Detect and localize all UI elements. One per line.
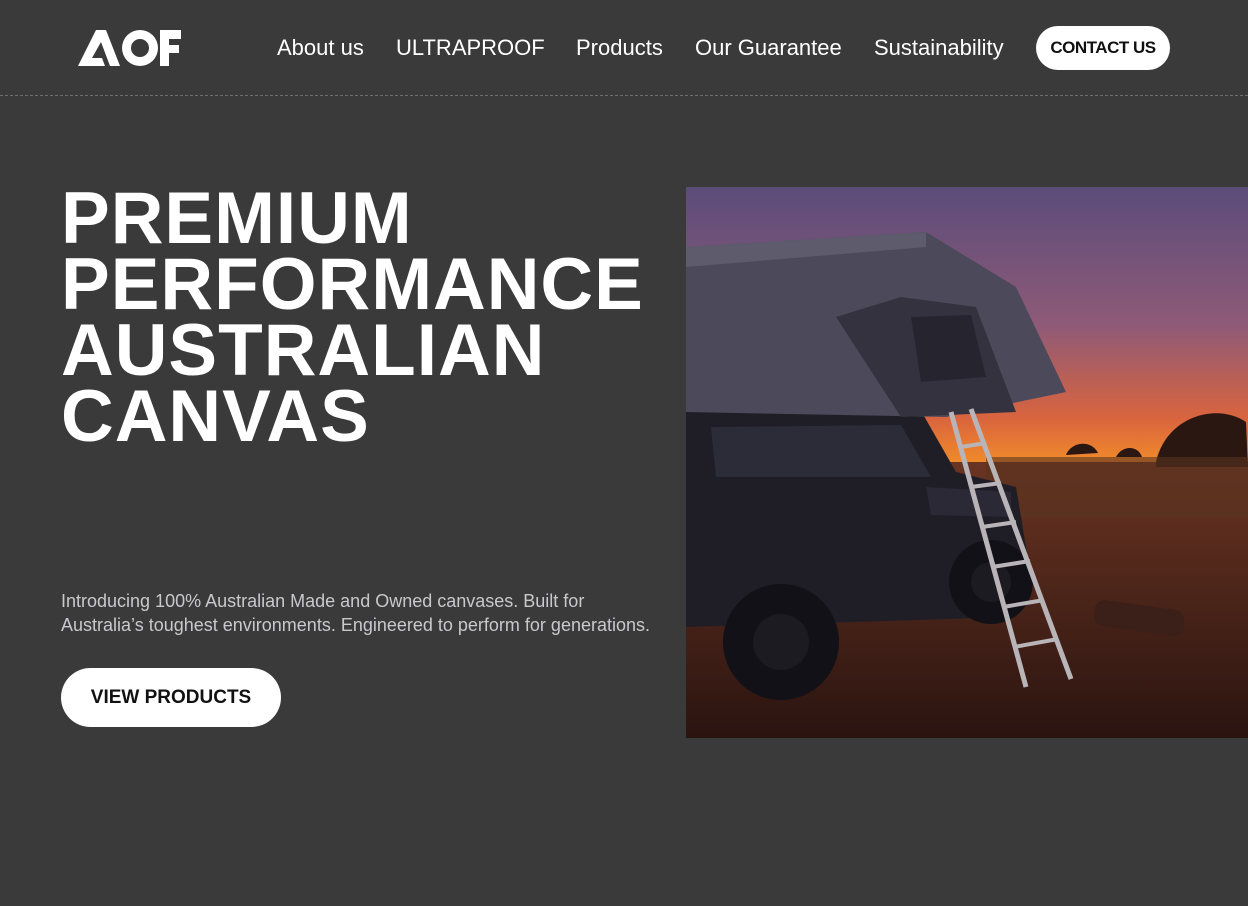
- contact-us-button[interactable]: CONTACT US: [1036, 26, 1170, 70]
- hero-title-line: AUSTRALIAN: [61, 310, 546, 391]
- hero-image: [686, 187, 1248, 738]
- hero-title: PREMIUM PERFORMANCE AUSTRALIAN CANVAS: [61, 178, 661, 457]
- brand-logo[interactable]: [78, 28, 182, 68]
- hero-title-line: PERFORMANCE: [61, 244, 644, 325]
- nav-sustainability[interactable]: Sustainability: [874, 34, 1004, 62]
- hero-title-line: CANVAS: [61, 376, 370, 457]
- nav-our-guarantee[interactable]: Our Guarantee: [695, 34, 842, 62]
- nav-about-us[interactable]: About us: [277, 34, 364, 62]
- aof-logo-icon: [78, 30, 181, 66]
- nav-products[interactable]: Products: [576, 34, 663, 62]
- site-header: About us ULTRAPROOF Products Our Guarant…: [0, 0, 1248, 95]
- header-divider: [0, 95, 1248, 96]
- hero-description: Introducing 100% Australian Made and Own…: [61, 591, 650, 635]
- view-products-button[interactable]: VIEW PRODUCTS: [61, 668, 281, 727]
- hero-title-line: PREMIUM: [61, 178, 413, 259]
- tent-vehicle-sunset-image: [686, 187, 1248, 738]
- nav-ultraproof[interactable]: ULTRAPROOF: [396, 34, 545, 62]
